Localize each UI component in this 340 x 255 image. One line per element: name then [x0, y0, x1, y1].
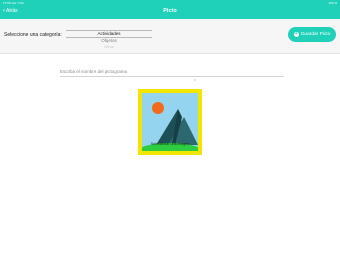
picker-option[interactable]: Otros: [66, 44, 152, 49]
image-placeholder: Seleccionar una imagen: [142, 93, 198, 151]
save-picto-label: Guardar Picto: [300, 32, 331, 37]
image-picker-button[interactable]: Seleccionar una imagen: [138, 89, 202, 155]
page-title: Picto: [163, 8, 177, 14]
sun-icon: [152, 102, 164, 114]
category-picker[interactable]: Actividades Objetos Otros: [66, 28, 152, 49]
plus-circle-icon: +: [293, 31, 299, 37]
save-picto-button[interactable]: + Guardar Picto: [288, 27, 336, 42]
status-bar: 17:58 Jue 7 Dic 100 %: [0, 0, 340, 6]
status-time: 17:58 Jue 7 Dic: [3, 1, 24, 5]
image-picker-caption: Seleccionar una imagen: [150, 142, 190, 146]
picker-option[interactable]: Objetos: [66, 38, 152, 43]
category-label: Seleccione una categoría:: [4, 32, 62, 38]
pictogram-name-input[interactable]: [60, 67, 284, 77]
picker-option-selected[interactable]: Actividades: [66, 31, 152, 36]
navigation-bar: 17:58 Jue 7 Dic 100 % ‹ Atrás Picto: [0, 0, 340, 19]
battery-indicator: 100 %: [328, 1, 337, 5]
page-indicator-dot: [194, 79, 196, 81]
